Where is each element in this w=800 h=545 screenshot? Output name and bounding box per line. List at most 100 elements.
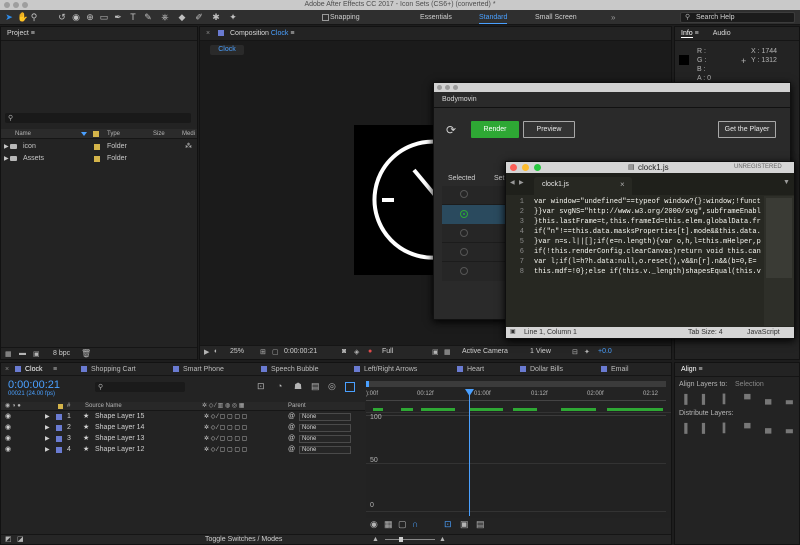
panel-menu-icon[interactable]: ≡ — [699, 366, 703, 373]
keyframe-segment[interactable] — [561, 408, 596, 411]
layer-switches-icon[interactable]: ✲ ◇ ⁄ ▢ ▢ ▢ ▢ — [204, 434, 247, 444]
separate-dimensions-icon[interactable]: ▤ — [476, 519, 485, 530]
composition-tab-clock[interactable]: Clock — [210, 45, 244, 55]
zoom-window-icon[interactable] — [453, 85, 458, 90]
radio-icon[interactable] — [460, 267, 468, 275]
timeline-tab[interactable]: Speech Bubble — [261, 363, 318, 376]
keyframe-segment[interactable] — [401, 408, 413, 411]
refresh-icon[interactable]: ⟳ — [446, 123, 456, 137]
show-transform-box-icon[interactable]: ▢ — [398, 519, 407, 530]
current-time[interactable]: 0:00:00:21 — [284, 348, 317, 355]
fit-all-icon[interactable]: ▣ — [460, 519, 469, 530]
minimize-window-icon[interactable] — [522, 164, 529, 171]
tab-size-select[interactable]: Tab Size: 4 — [688, 327, 723, 338]
bodymovin-row[interactable] — [442, 262, 510, 281]
close-window-icon[interactable] — [437, 85, 442, 90]
draft-3d-icon[interactable]: ◔ — [277, 381, 282, 391]
panel-menu-icon[interactable]: ≡ — [695, 30, 699, 37]
keyframe-segment[interactable] — [513, 408, 537, 411]
workspace-small-screen[interactable]: Small Screen — [535, 12, 577, 23]
toggle-pixel-icon[interactable]: ⊟ — [572, 348, 578, 356]
zoom-slider-handle[interactable] — [399, 537, 403, 542]
toggle-switches-modes[interactable]: Toggle Switches / Modes — [205, 535, 282, 545]
keyframe-segment[interactable] — [421, 408, 455, 411]
pick-whip-icon[interactable]: @ — [288, 445, 295, 455]
timeline-tab[interactable]: Smart Phone — [173, 363, 224, 376]
eraser-tool-icon[interactable]: ◆ — [177, 12, 187, 22]
keyframe-segment[interactable] — [469, 408, 503, 411]
rectangle-tool-icon[interactable]: ▭ — [99, 12, 109, 22]
syntax-select[interactable]: JavaScript — [747, 327, 780, 338]
work-area-bar[interactable] — [366, 379, 671, 389]
brush-tool-icon[interactable]: ✎ — [143, 12, 153, 22]
mask-icon[interactable]: ▢ — [272, 348, 279, 356]
timeline-timecode[interactable]: 0:00:00:21 — [8, 379, 60, 391]
motion-blur-icon[interactable]: ◎ — [328, 381, 336, 392]
minimap-viewport[interactable] — [766, 198, 792, 278]
project-item[interactable]: ▶ icon Folder ⁂ — [1, 142, 197, 152]
parent-select[interactable]: None — [299, 446, 351, 454]
expand-arrow-icon[interactable]: ▶ — [45, 445, 50, 455]
help-search-box[interactable]: ⚲ Search Help — [680, 12, 795, 23]
panel-menu-icon[interactable]: ≡ — [31, 30, 35, 37]
bodymovin-row[interactable] — [442, 186, 510, 205]
trash-icon[interactable]: 🗑 — [81, 349, 91, 358]
label-column-icon[interactable] — [93, 131, 99, 137]
search-input[interactable]: Search Help — [696, 13, 735, 22]
align-to-select[interactable]: Selection — [735, 381, 764, 388]
code-area[interactable]: 1 var window="undefined"==typeof window?… — [506, 196, 764, 326]
minimize-window-icon[interactable] — [13, 2, 19, 8]
radio-icon[interactable] — [460, 229, 468, 237]
pick-whip-icon[interactable]: @ — [288, 412, 295, 422]
tab-overflow-icon[interactable]: ▼ — [783, 179, 790, 186]
expand-arrow-icon[interactable]: ▶ — [45, 434, 50, 444]
parent-select[interactable]: None — [299, 435, 351, 443]
grid-icon[interactable]: ⊞ — [260, 348, 266, 356]
parent-select[interactable]: None — [299, 424, 351, 432]
expand-arrow-icon[interactable]: ▶ — [45, 412, 50, 422]
layer-switches-icon[interactable]: ✲ ◇ ⁄ ▢ ▢ ▢ ▢ — [204, 412, 247, 422]
pen-tool-icon[interactable]: ✒ — [113, 12, 123, 22]
zoom-tool-icon[interactable]: ⚲ — [29, 12, 39, 22]
roto-brush-tool-icon[interactable]: ✐ — [194, 12, 204, 22]
column-name[interactable]: Name — [15, 129, 31, 139]
expand-pane-icon[interactable]: ◩ — [5, 535, 12, 545]
graph-editor-icon[interactable] — [345, 382, 355, 392]
clone-stamp-tool-icon[interactable]: ⎈ — [160, 12, 170, 22]
eye-icon[interactable]: ◉ — [5, 434, 11, 444]
zoom-select[interactable]: 25% — [230, 348, 244, 355]
render-button[interactable]: Render — [471, 121, 519, 138]
get-player-button[interactable]: Get the Player — [718, 121, 776, 138]
radio-icon[interactable] — [460, 190, 468, 198]
keyframe-segment[interactable] — [607, 408, 663, 411]
minimize-window-icon[interactable] — [445, 85, 450, 90]
playhead[interactable] — [469, 391, 470, 516]
layer-name[interactable]: Shape Layer 15 — [95, 412, 144, 422]
time-ruler[interactable]: ):00f 00:12f 01:00f 01:12f 02:00f 02:12 — [366, 389, 666, 401]
label-color-icon[interactable] — [56, 436, 62, 442]
tab-audio[interactable]: Audio — [713, 30, 731, 37]
bit-depth-button[interactable]: 8 bpc — [53, 350, 70, 357]
close-tab-icon[interactable]: × — [620, 180, 625, 189]
layer-row[interactable]: ◉ ▶ 1 ★ Shape Layer 15 ✲ ◇ ⁄ ▢ ▢ ▢ ▢ @ None — [1, 412, 355, 422]
layer-switches-icon[interactable]: ✲ ◇ ⁄ ▢ ▢ ▢ ▢ — [204, 423, 247, 433]
distribute-buttons-icon[interactable]: ▐ ▌ ▍ ▀ ▄ ▃ — [681, 423, 799, 434]
radio-icon[interactable] — [460, 248, 468, 256]
bodymovin-row[interactable] — [442, 243, 510, 262]
time-navigator[interactable] — [366, 381, 666, 387]
label-color-icon[interactable] — [56, 425, 62, 431]
show-snapshot-icon[interactable]: ◈ — [354, 348, 359, 356]
workspace-standard[interactable]: Standard — [479, 12, 508, 24]
eye-icon[interactable]: ◉ — [5, 412, 11, 422]
graph-type-icon[interactable]: ▦ — [384, 519, 393, 530]
region-icon[interactable]: ◐ — [214, 348, 218, 355]
bodymovin-row-selected[interactable] — [442, 205, 510, 224]
panel-menu-icon[interactable]: ≡ — [53, 363, 57, 376]
comp-flowchart-icon[interactable]: ⊡ — [257, 381, 265, 392]
transparency-grid-icon[interactable]: ▦ — [444, 348, 451, 356]
zoom-in-icon[interactable]: ▲ — [439, 535, 446, 545]
layer-search-input[interactable]: ⚲ — [95, 382, 185, 392]
layer-row[interactable]: ◉ ▶ 4 ★ Shape Layer 12 ✲ ◇ ⁄ ▢ ▢ ▢ ▢ @ None — [1, 445, 355, 455]
column-type[interactable]: Type — [107, 129, 120, 139]
back-icon[interactable]: ◀ — [510, 179, 515, 186]
